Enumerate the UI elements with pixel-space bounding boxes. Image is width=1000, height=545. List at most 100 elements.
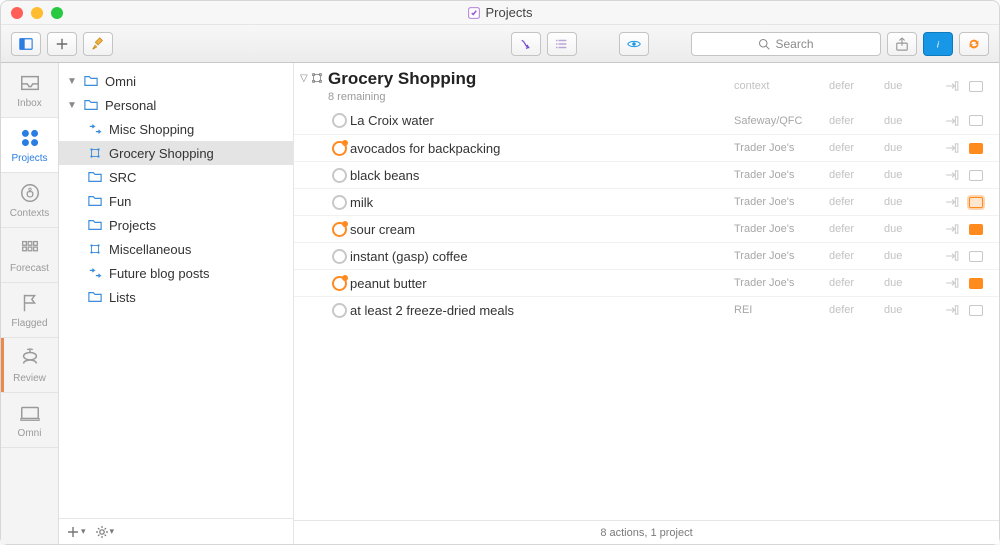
sidebar-item[interactable]: Future blog posts [59, 261, 293, 285]
task-flag-button[interactable] [965, 115, 987, 126]
task-row[interactable]: avocados for backpackingTrader Joe'sdefe… [294, 134, 999, 161]
sidebar-item[interactable]: SRC [59, 165, 293, 189]
sidebar-item[interactable]: ▼Personal [59, 93, 293, 117]
project-title[interactable]: Grocery Shopping [328, 69, 734, 89]
task-due[interactable]: due [884, 196, 939, 208]
task-flag-button[interactable] [965, 305, 987, 316]
task-context[interactable]: Trader Joe's [734, 169, 829, 181]
perspective-flagged[interactable]: Flagged [1, 283, 58, 338]
task-row[interactable]: instant (gasp) coffeeTrader Joe'sdeferdu… [294, 242, 999, 269]
task-checkbox[interactable] [328, 113, 350, 128]
task-flag-button[interactable] [965, 251, 987, 262]
perspective-inbox[interactable]: Inbox [1, 63, 58, 118]
task-title[interactable]: at least 2 freeze-dried meals [350, 303, 734, 318]
task-checkbox[interactable] [328, 141, 350, 156]
close-window-button[interactable] [11, 7, 23, 19]
task-note-button[interactable] [939, 278, 965, 288]
task-note-button[interactable] [939, 224, 965, 234]
action-menu-button[interactable]: ▾ [96, 526, 115, 538]
perspective-projects[interactable]: Projects [1, 118, 58, 173]
task-flag-button[interactable] [965, 143, 987, 154]
task-note-button[interactable] [939, 305, 965, 315]
task-defer[interactable]: defer [829, 142, 884, 154]
task-context[interactable]: REI [734, 304, 829, 316]
task-checkbox[interactable] [328, 222, 350, 237]
task-due[interactable]: due [884, 115, 939, 127]
task-due[interactable]: due [884, 142, 939, 154]
task-flag-button[interactable] [965, 170, 987, 181]
task-title[interactable]: avocados for backpacking [350, 141, 734, 156]
task-note-button[interactable] [939, 116, 965, 126]
task-row[interactable]: La Croix waterSafeway/QFCdeferdue [294, 107, 999, 134]
sync-button[interactable] [959, 32, 989, 56]
task-checkbox[interactable] [328, 168, 350, 183]
task-checkbox[interactable] [328, 303, 350, 318]
show-inspector-button[interactable] [619, 32, 649, 56]
perspective-contexts[interactable]: Contexts [1, 173, 58, 228]
task-row[interactable]: sour creamTrader Joe'sdeferdue [294, 215, 999, 242]
task-flag-button[interactable] [965, 278, 987, 289]
task-title[interactable]: milk [350, 195, 734, 210]
disclosure-triangle[interactable]: ▼ [67, 76, 77, 87]
task-flag-button[interactable] [965, 224, 987, 235]
task-title[interactable]: La Croix water [350, 113, 734, 128]
task-row[interactable]: peanut butterTrader Joe'sdeferdue [294, 269, 999, 296]
cleanup-button[interactable] [83, 32, 113, 56]
task-context[interactable]: Trader Joe's [734, 250, 829, 262]
search-field[interactable]: Search [691, 32, 881, 56]
task-flag-button[interactable] [965, 197, 987, 208]
sidebar-item[interactable]: Grocery Shopping [59, 141, 293, 165]
perspective-omni[interactable]: Omni [1, 393, 58, 448]
task-checkbox[interactable] [328, 195, 350, 210]
quick-entry-button[interactable] [511, 32, 541, 56]
share-button[interactable] [887, 32, 917, 56]
task-note-button[interactable] [939, 197, 965, 207]
new-item-button[interactable] [47, 32, 77, 56]
project-tree[interactable]: ▼Omni▼PersonalMisc ShoppingGrocery Shopp… [59, 63, 293, 518]
sidebar-item[interactable]: ▼Omni [59, 69, 293, 93]
task-context[interactable]: Safeway/QFC [734, 115, 829, 127]
task-defer[interactable]: defer [829, 304, 884, 316]
task-checkbox[interactable] [328, 276, 350, 291]
info-button[interactable]: i [923, 32, 953, 56]
task-defer[interactable]: defer [829, 250, 884, 262]
sidebar-item[interactable]: Lists [59, 285, 293, 309]
task-checkbox[interactable] [328, 249, 350, 264]
add-button[interactable]: ▾ [67, 526, 86, 538]
task-defer[interactable]: defer [829, 277, 884, 289]
task-row[interactable]: black beansTrader Joe'sdeferdue [294, 161, 999, 188]
task-context[interactable]: Trader Joe's [734, 277, 829, 289]
task-context[interactable]: Trader Joe's [734, 223, 829, 235]
sidebar-item[interactable]: Misc Shopping [59, 117, 293, 141]
sidebar-item[interactable]: Miscellaneous [59, 237, 293, 261]
task-defer[interactable]: defer [829, 196, 884, 208]
toggle-sidebar-button[interactable] [11, 32, 41, 56]
task-defer[interactable]: defer [829, 115, 884, 127]
zoom-window-button[interactable] [51, 7, 63, 19]
task-note-button[interactable] [939, 251, 965, 261]
task-context[interactable]: Trader Joe's [734, 142, 829, 154]
sidebar-item[interactable]: Fun [59, 189, 293, 213]
task-title[interactable]: peanut butter [350, 276, 734, 291]
perspective-review[interactable]: Review [1, 338, 58, 393]
sidebar-item[interactable]: Projects [59, 213, 293, 237]
minimize-window-button[interactable] [31, 7, 43, 19]
project-disclosure[interactable]: ▽ [300, 69, 328, 84]
task-row[interactable]: milkTrader Joe'sdeferdue [294, 188, 999, 215]
task-defer[interactable]: defer [829, 223, 884, 235]
task-title[interactable]: instant (gasp) coffee [350, 249, 734, 264]
disclosure-triangle[interactable]: ▼ [67, 100, 77, 111]
task-defer[interactable]: defer [829, 169, 884, 181]
task-context[interactable]: Trader Joe's [734, 196, 829, 208]
task-due[interactable]: due [884, 277, 939, 289]
task-title[interactable]: black beans [350, 168, 734, 183]
view-options-button[interactable] [547, 32, 577, 56]
perspective-forecast[interactable]: Forecast [1, 228, 58, 283]
task-row[interactable]: at least 2 freeze-dried mealsREIdeferdue [294, 296, 999, 323]
task-due[interactable]: due [884, 169, 939, 181]
task-note-button[interactable] [939, 143, 965, 153]
task-note-button[interactable] [939, 170, 965, 180]
task-due[interactable]: due [884, 304, 939, 316]
task-due[interactable]: due [884, 250, 939, 262]
task-title[interactable]: sour cream [350, 222, 734, 237]
